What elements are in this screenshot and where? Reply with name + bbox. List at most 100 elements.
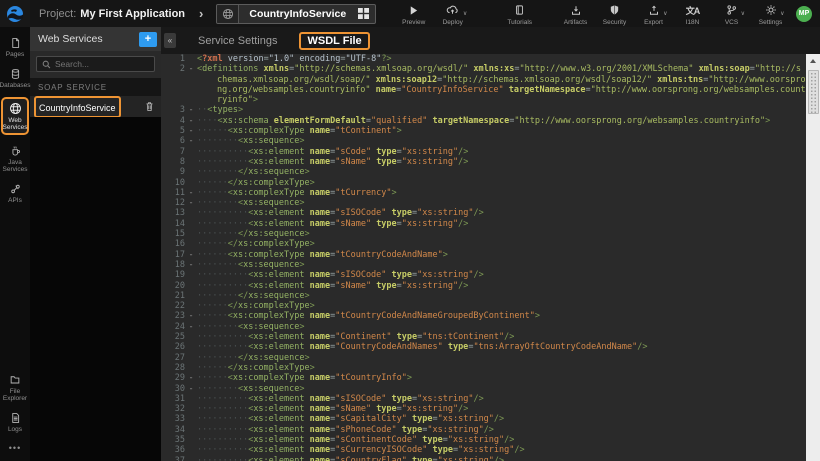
sidebar-item-apis[interactable]: APIs <box>0 182 30 204</box>
code-line[interactable]: 19··········<xs:element name="sISOCode" … <box>161 270 806 280</box>
fold-marker-icon[interactable]: - <box>185 250 197 260</box>
code-line[interactable]: 2-<definitions xmlns="http://schemas.xml… <box>161 64 806 105</box>
action-security-button[interactable]: Security <box>601 4 628 26</box>
code-line[interactable]: 37··········<xs:element name="sCountryFl… <box>161 456 806 461</box>
code-line[interactable]: 20··········<xs:element name="sName" typ… <box>161 281 806 291</box>
code-line[interactable]: 21········</xs:sequence> <box>161 291 806 301</box>
collapse-panel-button[interactable]: « <box>164 33 176 48</box>
fold-marker-icon[interactable]: - <box>185 105 197 115</box>
code-line[interactable]: 28······</xs:complexType> <box>161 363 806 373</box>
wsdl-code-editor[interactable]: 1<?xml version="1.0" encoding="UTF-8"?>2… <box>161 54 806 461</box>
code-line[interactable]: 10······</xs:complexType> <box>161 178 806 188</box>
search-input[interactable]: Search... <box>36 56 155 72</box>
code-line[interactable]: 15········</xs:sequence> <box>161 229 806 239</box>
fold-marker-icon[interactable]: - <box>185 198 197 208</box>
code-line[interactable]: 33··········<xs:element name="sCapitalCi… <box>161 414 806 424</box>
sidebar-item-pages[interactable]: Pages <box>0 36 30 58</box>
fold-gutter <box>185 219 197 229</box>
code-line[interactable]: 1<?xml version="1.0" encoding="UTF-8"?> <box>161 54 806 64</box>
code-text: ······</xs:complexType> <box>197 178 806 188</box>
action-deploy-button[interactable]: ∨Deploy <box>439 4 466 26</box>
sidebar-item-logs[interactable]: Logs <box>0 411 30 433</box>
breadcrumb-chevron-icon[interactable]: › <box>199 6 203 21</box>
tab-service-settings[interactable]: Service Settings <box>198 35 277 47</box>
fold-marker-icon[interactable]: - <box>185 260 197 270</box>
settings-icon <box>765 4 777 16</box>
code-line[interactable]: 36··········<xs:element name="sCurrencyI… <box>161 445 806 455</box>
sidebar-item-java-services[interactable]: Java Services <box>0 144 30 173</box>
code-line[interactable]: 16······</xs:complexType> <box>161 239 806 249</box>
code-line[interactable]: 29-······<xs:complexType name="tCountryI… <box>161 373 806 383</box>
user-avatar[interactable]: MP <box>796 6 812 22</box>
sidebar-item-file-explorer[interactable]: File Explorer <box>0 373 30 402</box>
code-line[interactable]: 3-··<types> <box>161 105 806 115</box>
action-settings-button[interactable]: ∨Settings <box>757 4 784 26</box>
line-number: 36 <box>161 445 185 455</box>
code-line[interactable]: 35··········<xs:element name="sContinent… <box>161 435 806 445</box>
tab-wsdl-file[interactable]: WSDL File <box>299 32 369 50</box>
code-text: ······</xs:complexType> <box>197 301 806 311</box>
code-line[interactable]: 7··········<xs:element name="sCode" type… <box>161 147 806 157</box>
fold-gutter <box>185 342 197 352</box>
code-line[interactable]: 30-········<xs:sequence> <box>161 384 806 394</box>
web-services-panel: Web Services + Search... SOAP SERVICE Co… <box>30 27 161 461</box>
sidebar-item-label: Logs <box>8 426 22 433</box>
service-list-item[interactable]: CountryInfoService <box>30 96 161 117</box>
sidebar-item-databases[interactable]: Databases <box>0 67 30 89</box>
code-line[interactable]: 9········</xs:sequence> <box>161 167 806 177</box>
code-line[interactable]: 32··········<xs:element name="sName" typ… <box>161 404 806 414</box>
code-line[interactable]: 13··········<xs:element name="sISOCode" … <box>161 208 806 218</box>
fold-marker-icon[interactable]: - <box>185 116 197 126</box>
more-options-icon[interactable]: ••• <box>9 443 21 453</box>
action-artifacts-button[interactable]: Artifacts <box>562 4 589 26</box>
code-line[interactable]: 11-······<xs:complexType name="tCurrency… <box>161 188 806 198</box>
line-number: 31 <box>161 394 185 404</box>
fold-marker-icon[interactable]: - <box>185 188 197 198</box>
sidebar-item-web-services[interactable]: Web Services <box>1 97 29 135</box>
add-service-button[interactable]: + <box>139 32 157 47</box>
line-number: 27 <box>161 353 185 363</box>
action-tutorials-button[interactable]: Tutorials <box>506 4 533 26</box>
code-line[interactable]: 18-········<xs:sequence> <box>161 260 806 270</box>
code-line[interactable]: 22······</xs:complexType> <box>161 301 806 311</box>
code-line[interactable]: 34··········<xs:element name="sPhoneCode… <box>161 425 806 435</box>
fold-marker-icon[interactable]: - <box>185 126 197 136</box>
code-line[interactable]: 8··········<xs:element name="sName" type… <box>161 157 806 167</box>
fold-gutter <box>185 281 197 291</box>
fold-marker-icon[interactable]: - <box>185 322 197 332</box>
databases-icon <box>10 68 21 80</box>
action-export-button[interactable]: ∨Export <box>640 4 667 26</box>
code-line[interactable]: 12-········<xs:sequence> <box>161 198 806 208</box>
app-logo[interactable] <box>0 0 30 27</box>
code-text: ··········<xs:element name="sISOCode" ty… <box>197 394 806 404</box>
action-vcs-button[interactable]: ∨VCS <box>718 4 745 26</box>
line-number: 23 <box>161 311 185 321</box>
code-line[interactable]: 4-····<xs:schema elementFormDefault="qua… <box>161 116 806 126</box>
code-line[interactable]: 14··········<xs:element name="sName" typ… <box>161 219 806 229</box>
delete-service-button[interactable] <box>145 101 154 112</box>
code-line[interactable]: 6-········<xs:sequence> <box>161 136 806 146</box>
editor-scrollbar[interactable] <box>806 54 820 461</box>
grid-icon[interactable] <box>358 8 375 19</box>
code-line[interactable]: 27········</xs:sequence> <box>161 353 806 363</box>
fold-marker-icon[interactable]: - <box>185 311 197 321</box>
fold-marker-icon[interactable]: - <box>185 136 197 146</box>
code-line[interactable]: 5-······<xs:complexType name="tContinent… <box>161 126 806 136</box>
fold-marker-icon[interactable]: - <box>185 373 197 383</box>
scrollbar-thumb[interactable] <box>808 70 819 114</box>
fold-marker-icon[interactable]: - <box>185 384 197 394</box>
service-name: CountryInfoService <box>34 96 121 118</box>
service-tab[interactable]: CountryInfoService <box>216 4 376 24</box>
action-preview-button[interactable]: Preview <box>400 4 427 26</box>
line-number: 3 <box>161 105 185 115</box>
code-line[interactable]: 24-········<xs:sequence> <box>161 322 806 332</box>
code-text: ··········<xs:element name="sCode" type=… <box>197 147 806 157</box>
code-line[interactable]: 23-······<xs:complexType name="tCountryC… <box>161 311 806 321</box>
code-line[interactable]: 31 ··········<xs:element name="sISOCode" … <box>161 394 806 404</box>
code-line[interactable]: 25··········<xs:element name="Continent"… <box>161 332 806 342</box>
code-line[interactable]: 26··········<xs:element name="CountryCod… <box>161 342 806 352</box>
fold-marker-icon[interactable]: - <box>185 64 197 105</box>
action-i18n-button[interactable]: 文AI18N <box>679 4 706 26</box>
code-line[interactable]: 17-······<xs:complexType name="tCountryC… <box>161 250 806 260</box>
scroll-up-button[interactable] <box>806 54 820 67</box>
